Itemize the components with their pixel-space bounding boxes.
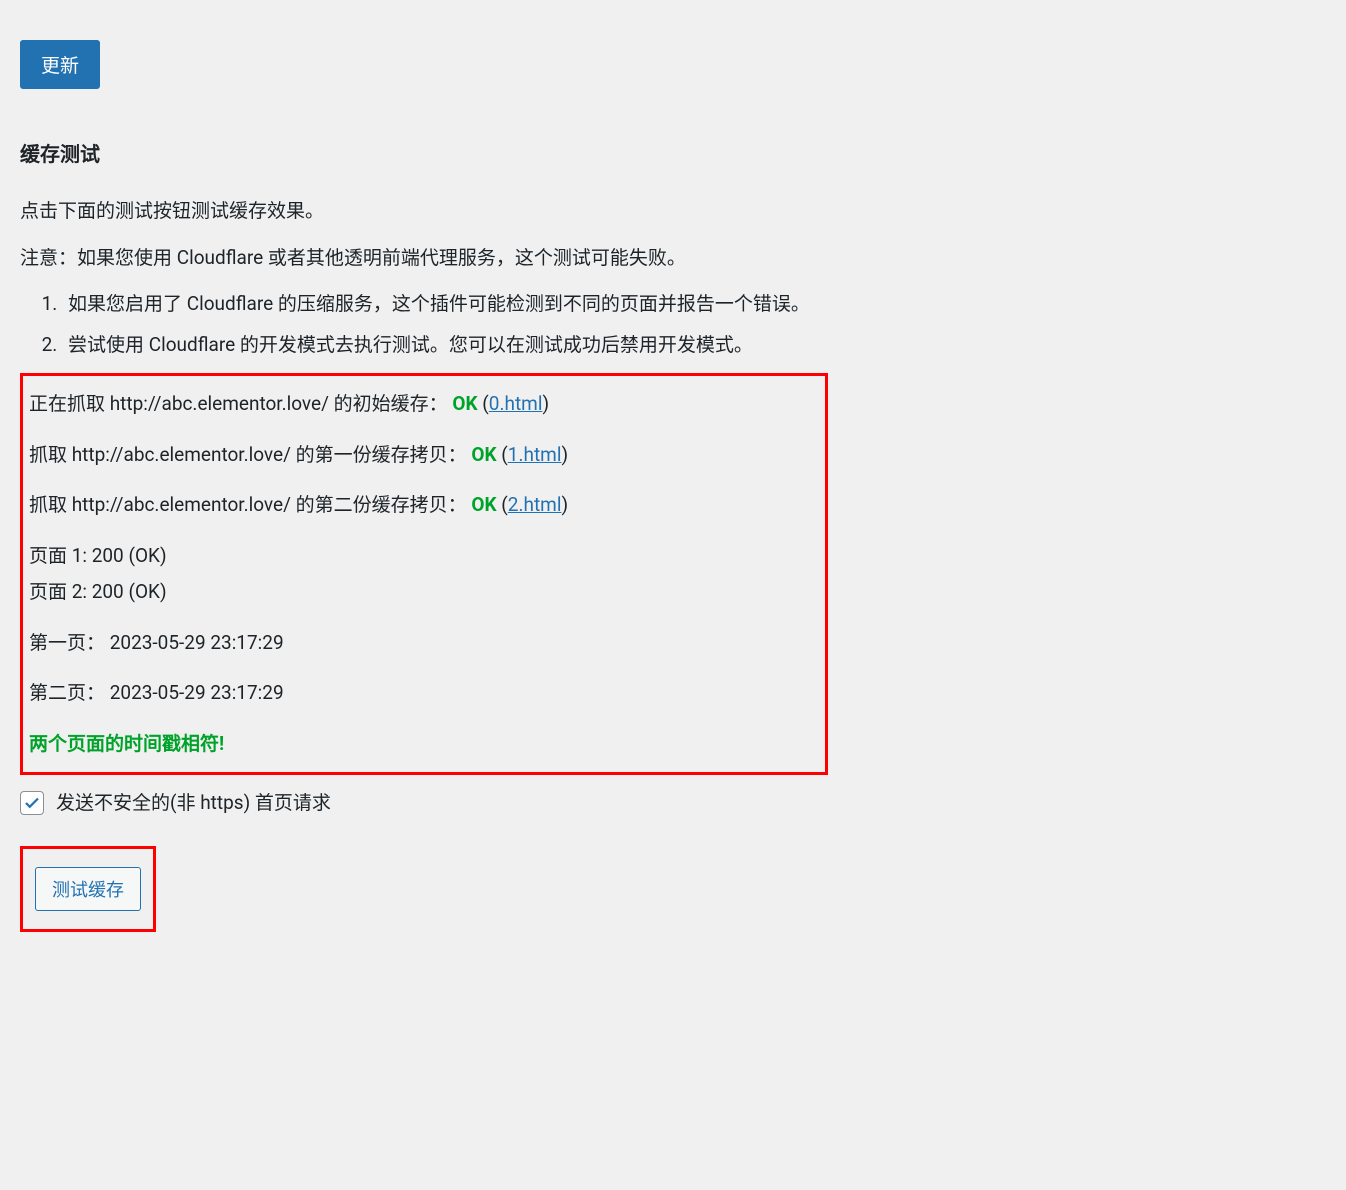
result-link-1[interactable]: 1.html (508, 443, 562, 466)
tip-item: 如果您启用了 Cloudflare 的压缩服务，这个插件可能检测到不同的页面并报… (62, 290, 1326, 319)
result-link-0[interactable]: 0.html (489, 392, 543, 415)
checkbox-label: 发送不安全的(非 https) 首页请求 (56, 789, 331, 818)
result-prefix: 正在抓取 http://abc.elementor.love/ 的初始缓存： (29, 392, 448, 415)
test-button-highlight: 测试缓存 (20, 846, 156, 932)
insecure-request-checkbox[interactable] (20, 791, 44, 815)
tips-list: 如果您启用了 Cloudflare 的压缩服务，这个插件可能检测到不同的页面并报… (20, 290, 1326, 359)
test-cache-button[interactable]: 测试缓存 (35, 867, 141, 911)
paren-close: ) (542, 392, 549, 415)
checkbox-row: 发送不安全的(非 https) 首页请求 (20, 789, 1326, 818)
success-message: 两个页面的时间戳相符! (29, 730, 817, 759)
result-line-copy1: 抓取 http://abc.elementor.love/ 的第一份缓存拷贝： … (29, 441, 817, 470)
notice-text: 注意：如果您使用 Cloudflare 或者其他透明前端代理服务，这个测试可能失… (20, 244, 1326, 273)
tip-item: 尝试使用 Cloudflare 的开发模式去执行测试。您可以在测试成功后禁用开发… (62, 331, 1326, 360)
result-line-initial: 正在抓取 http://abc.elementor.love/ 的初始缓存： O… (29, 390, 817, 419)
ok-status: OK (471, 443, 496, 466)
result-prefix: 抓取 http://abc.elementor.love/ 的第一份缓存拷贝： (29, 443, 467, 466)
page1-status: 页面 1: 200 (OK) (29, 542, 817, 571)
test-result-box: 正在抓取 http://abc.elementor.love/ 的初始缓存： O… (20, 373, 828, 775)
result-prefix: 抓取 http://abc.elementor.love/ 的第二份缓存拷贝： (29, 493, 467, 516)
page2-status: 页面 2: 200 (OK) (29, 578, 817, 607)
ok-status: OK (471, 493, 496, 516)
check-icon (23, 794, 41, 812)
result-link-2[interactable]: 2.html (508, 493, 562, 516)
page2-time: 第二页： 2023-05-29 23:17:29 (29, 679, 817, 708)
intro-text: 点击下面的测试按钮测试缓存效果。 (20, 197, 1326, 226)
page1-time: 第一页： 2023-05-29 23:17:29 (29, 629, 817, 658)
section-title: 缓存测试 (20, 139, 1326, 169)
result-line-copy2: 抓取 http://abc.elementor.love/ 的第二份缓存拷贝： … (29, 491, 817, 520)
update-button[interactable]: 更新 (20, 40, 100, 89)
ok-status: OK (452, 392, 477, 415)
paren-close: ) (561, 443, 568, 466)
paren-close: ) (561, 493, 568, 516)
